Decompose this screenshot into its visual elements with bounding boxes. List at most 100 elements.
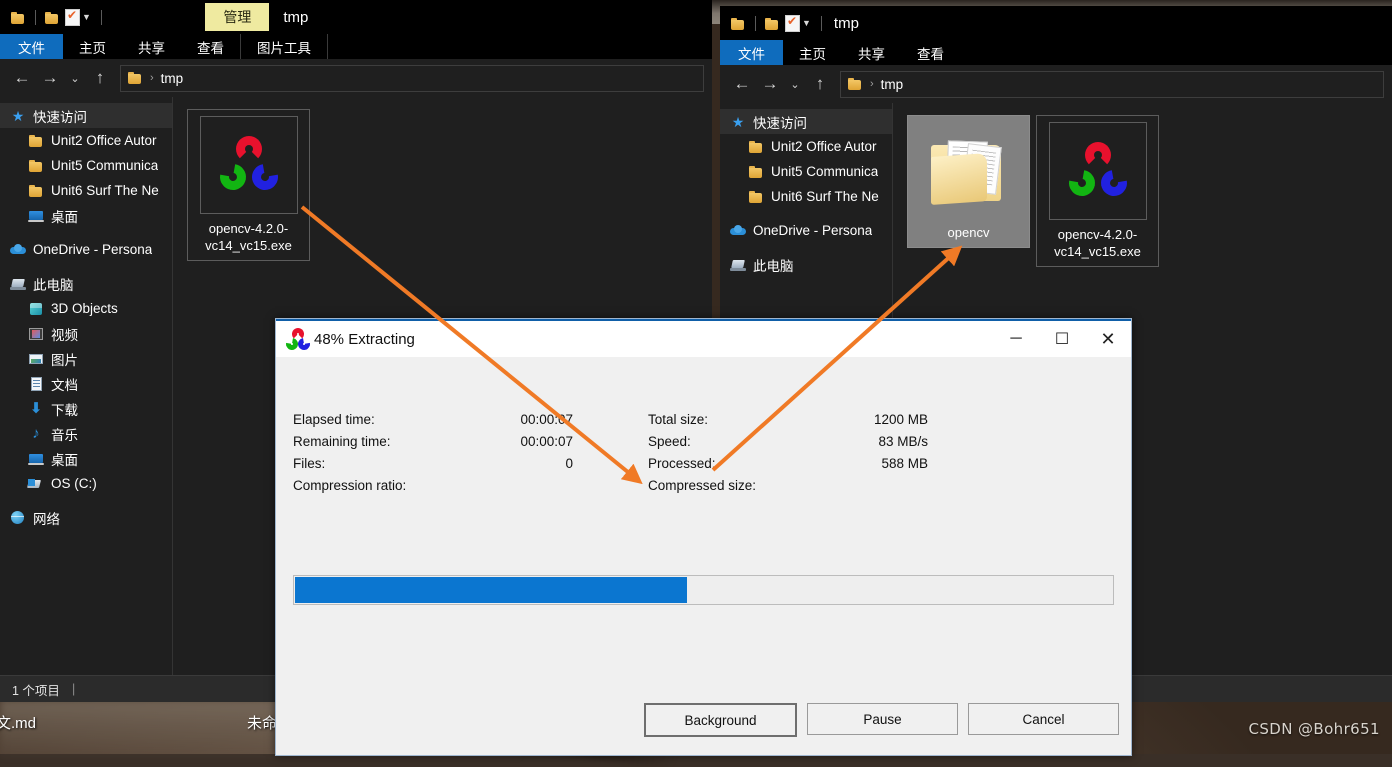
- recent-locations-button[interactable]: ⌄: [784, 70, 806, 98]
- up-button[interactable]: ↑: [86, 64, 114, 92]
- contextual-tab-manage[interactable]: 管理: [205, 3, 270, 31]
- navigation-bar-left[interactable]: ← → ⌄ ↑ › tmp: [0, 59, 712, 98]
- extraction-progress-dialog[interactable]: 48% Extracting ─ ☐ ✕ Elapsed time: 00:00:…: [275, 318, 1132, 756]
- folder-icon[interactable]: [731, 17, 746, 30]
- sidebar-item-label: Unit6 Surf The Ne: [771, 189, 879, 204]
- stat-value: [823, 478, 928, 493]
- forward-button[interactable]: →: [36, 64, 64, 92]
- cloud-icon: [730, 223, 746, 239]
- sidebar-item-unit6-surf-the-ne[interactable]: Unit6 Surf The Ne: [720, 184, 892, 209]
- tab-home[interactable]: 主页: [63, 34, 122, 59]
- folder-icon: [28, 133, 44, 149]
- folder-icon[interactable]: [765, 17, 780, 30]
- tab-view[interactable]: 查看: [181, 34, 240, 59]
- maximize-button[interactable]: ☐: [1039, 321, 1085, 357]
- tab-home[interactable]: 主页: [783, 40, 842, 65]
- navigation-bar-right[interactable]: ← → ⌄ ↑ › tmp: [720, 65, 1392, 104]
- cube-icon: [28, 301, 44, 317]
- close-button[interactable]: ✕: [1085, 321, 1131, 357]
- stat-label: Elapsed time:: [293, 412, 375, 427]
- tab-file[interactable]: 文件: [720, 40, 783, 65]
- stat-value: 00:00:07: [520, 412, 573, 427]
- folder-icon[interactable]: [45, 11, 60, 24]
- sidebar-item-label: 桌面: [51, 452, 78, 468]
- sidebar-item-音乐[interactable]: ♪ 音乐: [0, 421, 172, 446]
- stat-spacer: [573, 412, 648, 427]
- minimize-button[interactable]: ─: [993, 321, 1039, 357]
- properties-checkmark-icon[interactable]: [785, 14, 800, 32]
- stat-label: Compressed size:: [648, 478, 757, 493]
- address-bar[interactable]: › tmp: [840, 70, 1384, 98]
- tab-file[interactable]: 文件: [0, 34, 63, 59]
- breadcrumb-current[interactable]: tmp: [881, 77, 904, 92]
- desktop-icon-label-1[interactable]: 文.md: [0, 712, 36, 733]
- sidebar-item-unit5-communica[interactable]: Unit5 Communica: [0, 153, 172, 178]
- back-button[interactable]: ←: [8, 64, 36, 92]
- sidebar-item-os-(c:)[interactable]: OS (C:): [0, 471, 172, 496]
- breadcrumb-current[interactable]: tmp: [161, 71, 184, 86]
- stat-value: [468, 478, 573, 493]
- stat-value: 588 MB: [881, 456, 928, 471]
- sidebar-item-label: Unit5 Communica: [771, 164, 879, 179]
- sidebar-item-3d-objects[interactable]: 3D Objects: [0, 296, 172, 321]
- tab-share[interactable]: 共享: [122, 34, 181, 59]
- pc-icon: [10, 276, 26, 292]
- sidebar-item-此电脑[interactable]: 此电脑: [720, 252, 892, 277]
- cancel-button[interactable]: Cancel: [968, 703, 1119, 735]
- tab-picture-tools[interactable]: 图片工具: [240, 34, 328, 59]
- address-bar[interactable]: › tmp: [120, 64, 704, 92]
- chevron-down-icon[interactable]: ▼: [82, 12, 91, 22]
- sidebar-item-label: Unit2 Office Autor: [51, 133, 157, 148]
- file-tile[interactable]: opencv-4.2.0-vc14_vc15.exe: [187, 109, 310, 261]
- file-tile[interactable]: opencv-4.2.0-vc14_vc15.exe: [1036, 115, 1159, 267]
- background-button[interactable]: Background: [644, 703, 797, 737]
- sidebar-item-视频[interactable]: 视频: [0, 321, 172, 346]
- star-icon: ★: [731, 113, 745, 130]
- dialog-buttons[interactable]: Background Pause Cancel: [276, 703, 1131, 737]
- chevron-down-icon[interactable]: ▼: [802, 18, 811, 28]
- up-button[interactable]: ↑: [806, 70, 834, 98]
- stat-spacer: [573, 456, 648, 471]
- sidebar-item-unit2-office-autor[interactable]: Unit2 Office Autor: [720, 134, 892, 159]
- file-thumbnail: [199, 116, 298, 214]
- ribbon-tabs-right[interactable]: 文件 主页 共享 查看: [720, 40, 1392, 65]
- dialog-titlebar[interactable]: 48% Extracting ─ ☐ ✕: [276, 321, 1131, 357]
- sidebar-item-下载[interactable]: ⬇ 下载: [0, 396, 172, 421]
- sidebar-item-快速访问[interactable]: ★ 快速访问: [720, 109, 892, 134]
- sidebar-item-桌面[interactable]: 桌面: [0, 203, 172, 228]
- sidebar-item-快速访问[interactable]: ★ 快速访问: [0, 103, 172, 128]
- titlebar-left[interactable]: ▼ 管理 tmp: [0, 0, 712, 34]
- folder-icon[interactable]: [11, 11, 26, 24]
- drive-icon: [28, 476, 44, 492]
- sidebar-item-unit5-communica[interactable]: Unit5 Communica: [720, 159, 892, 184]
- sidebar-item-onedrive---persona[interactable]: OneDrive - Persona: [0, 237, 172, 262]
- file-tile[interactable]: opencv: [907, 115, 1030, 248]
- titlebar-right[interactable]: ▼ tmp: [720, 6, 1392, 40]
- file-name: opencv: [947, 225, 990, 240]
- sidebar-item-图片[interactable]: 图片: [0, 346, 172, 371]
- sidebar-item-网络[interactable]: 网络: [0, 505, 172, 530]
- recent-locations-button[interactable]: ⌄: [64, 64, 86, 92]
- sidebar-item-label: 图片: [51, 352, 78, 368]
- sidebar-item-onedrive---persona[interactable]: OneDrive - Persona: [720, 218, 892, 243]
- sidebar-item-label: Unit2 Office Autor: [771, 139, 877, 154]
- sidebar-item-文档[interactable]: 文档: [0, 371, 172, 396]
- desktop-icon-label-2[interactable]: 未命: [247, 712, 277, 733]
- stat-value: 0: [565, 456, 573, 471]
- forward-button[interactable]: →: [756, 70, 784, 98]
- tab-share[interactable]: 共享: [842, 40, 901, 65]
- navigation-pane-left[interactable]: ★ 快速访问 Unit2 Office Autor Unit5 Communica Un…: [0, 97, 173, 676]
- sidebar-item-label: 快速访问: [33, 109, 87, 125]
- window-controls[interactable]: ─ ☐ ✕: [993, 321, 1131, 357]
- properties-checkmark-icon[interactable]: [65, 8, 80, 26]
- tab-view[interactable]: 查看: [901, 40, 960, 65]
- sidebar-item-unit2-office-autor[interactable]: Unit2 Office Autor: [0, 128, 172, 153]
- sidebar-item-unit6-surf-the-ne[interactable]: Unit6 Surf The Ne: [0, 178, 172, 203]
- ribbon-tabs-left[interactable]: 文件 主页 共享 查看 图片工具: [0, 34, 712, 59]
- stat-label: Total size:: [648, 412, 709, 427]
- back-button[interactable]: ←: [728, 70, 756, 98]
- sidebar-item-桌面[interactable]: 桌面: [0, 446, 172, 471]
- pause-button[interactable]: Pause: [807, 703, 958, 735]
- sidebar-item-此电脑[interactable]: 此电脑: [0, 271, 172, 296]
